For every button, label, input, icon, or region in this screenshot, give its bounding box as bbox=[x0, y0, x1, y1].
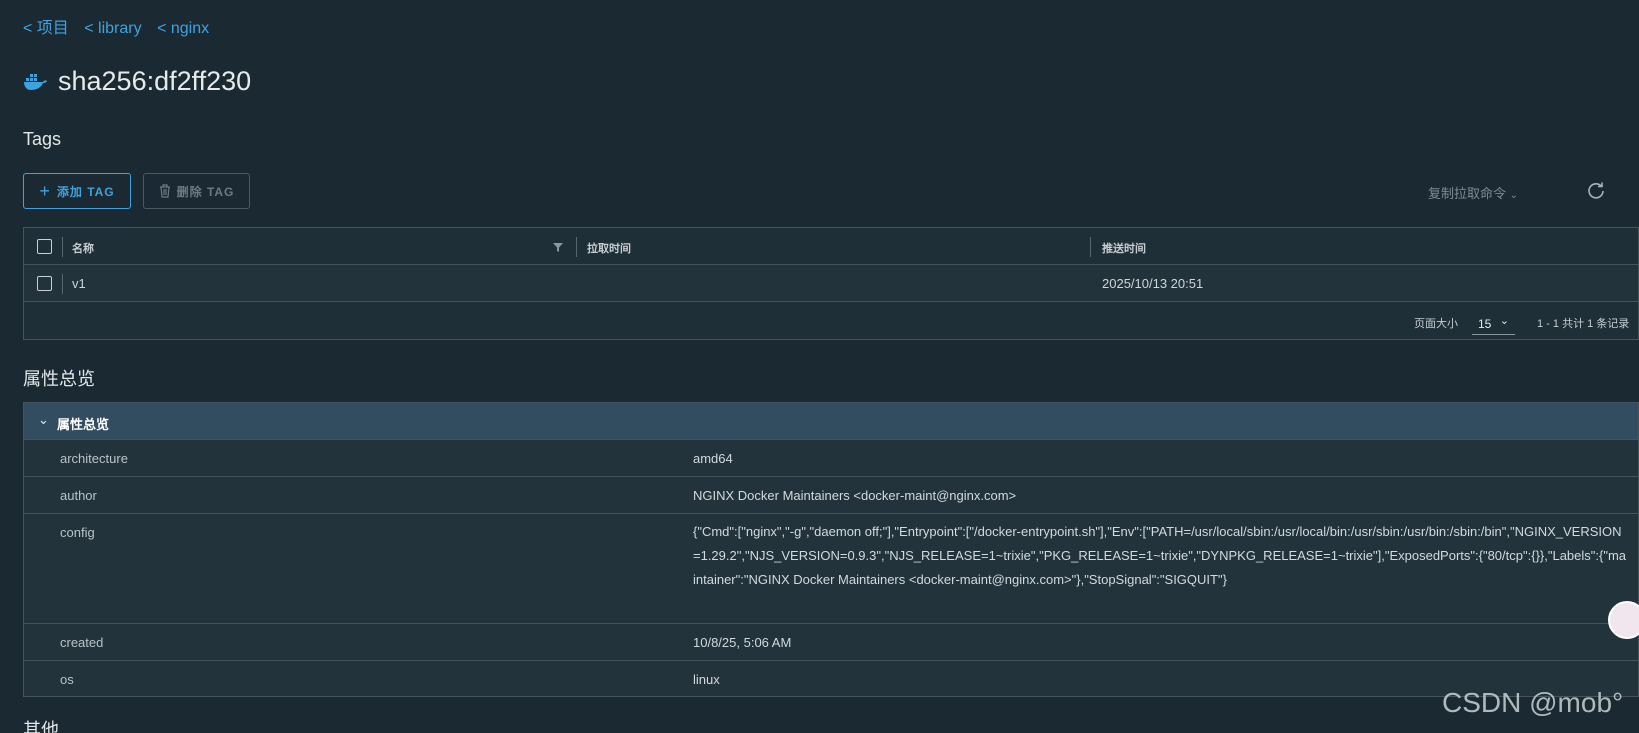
page-title: sha256:df2ff230 bbox=[58, 66, 252, 96]
property-row: author NGINX Docker Maintainers <docker-… bbox=[24, 477, 1638, 514]
breadcrumb-library[interactable]: < library bbox=[84, 20, 141, 37]
breadcrumb-projects[interactable]: < 项目 bbox=[23, 20, 69, 37]
plus-icon: + bbox=[39, 181, 51, 201]
overview-heading: 属性总览 bbox=[23, 369, 95, 389]
copy-pull-command-label: 复制拉取命令 bbox=[1428, 186, 1507, 201]
overview-panel-label: 属性总览 bbox=[57, 417, 110, 432]
property-value: 10/8/25, 5:06 AM bbox=[693, 635, 792, 650]
property-row: created 10/8/25, 5:06 AM bbox=[24, 624, 1638, 661]
property-value: NGINX Docker Maintainers <docker-maint@n… bbox=[693, 488, 1017, 503]
tags-grid: 名称 拉取时间 推送时间 v1 2025/10/13 20:51 页面大小 15… bbox=[23, 227, 1639, 340]
row-checkbox[interactable] bbox=[37, 276, 52, 291]
page-size-select[interactable]: 15 ⌄ bbox=[1472, 311, 1515, 335]
pagination-summary: 1 - 1 共计 1 条记录 bbox=[1537, 318, 1630, 330]
overview-panel-header[interactable]: ⌄ 属性总览 bbox=[24, 403, 1638, 440]
other-heading: 其他 bbox=[23, 720, 59, 733]
property-row: architecture amd64 bbox=[24, 440, 1638, 477]
docker-whale-icon bbox=[24, 73, 47, 90]
add-tag-label: 添加 TAG bbox=[56, 184, 115, 199]
property-row: config {"Cmd":["nginx","-g","daemon off;… bbox=[24, 514, 1638, 624]
avatar[interactable] bbox=[1608, 601, 1639, 639]
column-divider bbox=[62, 237, 63, 257]
delete-tag-button[interactable]: 删除 TAG bbox=[143, 173, 250, 209]
column-pull-time[interactable]: 拉取时间 bbox=[587, 240, 631, 256]
chevron-down-icon: ⌄ bbox=[1499, 315, 1509, 327]
column-push-time[interactable]: 推送时间 bbox=[1102, 240, 1146, 256]
grid-footer: 页面大小 15 ⌄ 1 - 1 共计 1 条记录 bbox=[24, 303, 1638, 341]
property-key: created bbox=[60, 635, 104, 650]
refresh-icon[interactable] bbox=[1586, 180, 1606, 200]
property-key: architecture bbox=[60, 451, 128, 466]
overview-panel: ⌄ 属性总览 architecture amd64 author NGINX D… bbox=[23, 402, 1639, 697]
tag-name[interactable]: v1 bbox=[72, 276, 86, 291]
tag-push-time: 2025/10/13 20:51 bbox=[1102, 276, 1204, 291]
page-size-value: 15 bbox=[1478, 317, 1492, 331]
property-key: config bbox=[60, 525, 95, 540]
chevron-down-icon: ⌄ bbox=[38, 412, 49, 427]
column-name[interactable]: 名称 bbox=[72, 240, 94, 256]
property-key: author bbox=[60, 488, 97, 503]
breadcrumb: < 项目 < library < nginx bbox=[23, 14, 220, 38]
property-value: {"Cmd":["nginx","-g","daemon off;"],"Ent… bbox=[693, 524, 1627, 587]
property-row: os linux bbox=[24, 661, 1638, 697]
property-value: amd64 bbox=[693, 451, 733, 466]
watermark: CSDN @mob° bbox=[1442, 687, 1624, 718]
column-divider bbox=[62, 274, 63, 294]
filter-icon[interactable] bbox=[552, 241, 564, 253]
column-divider[interactable] bbox=[576, 237, 577, 257]
column-divider[interactable] bbox=[1090, 237, 1091, 257]
page-size-label: 页面大小 bbox=[1414, 318, 1458, 330]
tags-heading: Tags bbox=[23, 129, 62, 149]
add-tag-button[interactable]: + 添加 TAG bbox=[23, 173, 131, 209]
chevron-down-icon: ⌄ bbox=[1509, 190, 1519, 201]
grid-header: 名称 拉取时间 推送时间 bbox=[24, 228, 1638, 265]
select-all-checkbox[interactable] bbox=[37, 239, 52, 254]
table-row[interactable]: v1 2025/10/13 20:51 bbox=[24, 265, 1638, 302]
delete-tag-label: 删除 TAG bbox=[176, 184, 235, 199]
title-row: sha256:df2ff230 bbox=[23, 66, 251, 97]
trash-icon bbox=[159, 184, 170, 198]
property-key: os bbox=[60, 672, 74, 687]
breadcrumb-nginx[interactable]: < nginx bbox=[157, 20, 209, 37]
copy-pull-command-dropdown[interactable]: 复制拉取命令 ⌄ bbox=[1428, 183, 1518, 202]
